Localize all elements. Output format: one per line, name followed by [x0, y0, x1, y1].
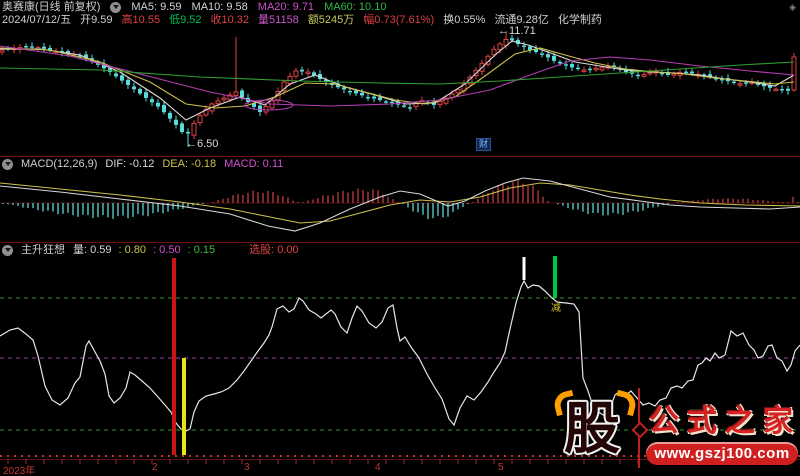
- quote-field-0: 2024/07/12/五: [2, 14, 72, 26]
- collapse-chevron-icon-main[interactable]: [110, 2, 122, 13]
- corner-icon[interactable]: ◈: [789, 2, 796, 13]
- indicator-value-2: : 0.50: [153, 244, 181, 256]
- indicator-value-3: : 0.15: [187, 244, 216, 256]
- quote-field-10: 化学制药: [557, 14, 602, 26]
- trading-app-window: 奥赛康(日线 前复权) MA5: 9.59 MA10: 9.58 MA20: 9.7…: [0, 0, 800, 476]
- watermark-brand: 公式之家: [649, 405, 800, 438]
- watermark-bull-logo: 股: [551, 389, 639, 474]
- quote-field-5: 量51158: [258, 14, 299, 26]
- quote-field-6: 额5245万: [307, 14, 355, 26]
- ma-readout-3: MA60: 10.10: [324, 1, 387, 13]
- low-price-label: ←6.50: [186, 138, 219, 150]
- watermark-logo-char: 股: [564, 397, 620, 460]
- quote-field-1: 开9.59: [80, 14, 113, 26]
- p3-readouts: 量: 0.59 : 0.80 : 0.50 : 0.15: [73, 244, 215, 256]
- macd-header: MACD(12,26,9) DIF: -0.12 DEA: -0.18 MACD: …: [2, 158, 283, 170]
- quote-field-4: 收10.32: [210, 14, 250, 26]
- macd-readouts: DIF: -0.12 DEA: -0.18 MACD: 0.11: [105, 158, 283, 170]
- title-row: 奥赛康(日线 前复权) MA5: 9.59 MA10: 9.58 MA20: 9.7…: [2, 1, 386, 14]
- finance-badge[interactable]: 财: [476, 138, 492, 151]
- macd-value-0: DIF: -0.12: [105, 158, 155, 170]
- axis-label-1: 2: [152, 462, 158, 473]
- ma-readout-2: MA20: 9.71: [257, 1, 315, 13]
- stock-title: 奥赛康(日线 前复权): [2, 1, 101, 13]
- p3-title: 主升狂想: [21, 244, 65, 256]
- watermark: 股 公式之家 www.gszj100.com: [550, 386, 800, 476]
- macd-value-1: DEA: -0.18: [162, 158, 217, 170]
- quote-field-2: 高10.55: [121, 14, 161, 26]
- reduce-marker: 减: [551, 303, 561, 314]
- collapse-chevron-icon-indicator[interactable]: [2, 244, 13, 256]
- ma-readouts: MA5: 9.59 MA10: 9.58 MA20: 9.71 MA60: 10.10: [131, 1, 386, 14]
- indicator-value-1: : 0.80: [118, 244, 147, 256]
- indicator-value-0: 量: 0.59: [73, 244, 112, 256]
- axis-label-0: 2023年: [3, 466, 36, 476]
- collapse-chevron-icon-macd[interactable]: [2, 158, 13, 170]
- axis-label-3: 4: [375, 462, 381, 473]
- axis-label-4: 5: [498, 462, 504, 473]
- high-price-label: ←11.71: [498, 25, 536, 37]
- ma-readout-1: MA10: 9.58: [191, 1, 248, 13]
- macd-value-2: MACD: 0.11: [224, 158, 284, 170]
- axis-label-2: 3: [244, 462, 250, 473]
- watermark-url: www.gszj100.com: [646, 442, 798, 465]
- indicator-header: 主升狂想 量: 0.59 : 0.80 : 0.50 : 0.15 选股: 0.00: [2, 244, 299, 256]
- macd-title: MACD(12,26,9): [21, 158, 98, 170]
- quote-field-3: 低9.52: [169, 14, 202, 26]
- quote-field-7: 幅0.73(7.61%): [363, 14, 435, 26]
- quote-field-8: 换0.55%: [443, 14, 486, 26]
- ma-readout-0: MA5: 9.59: [131, 1, 182, 13]
- p3-select-readout: 选股: 0.00: [249, 244, 299, 256]
